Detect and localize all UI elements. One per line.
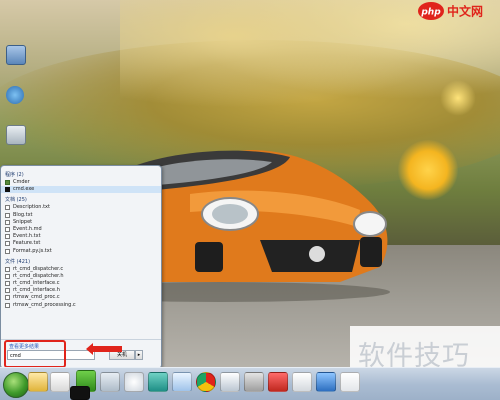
- program-result[interactable]: cmd.exe: [1, 186, 161, 194]
- program-label: cmd.exe: [13, 186, 35, 193]
- file-label: rtmsw_cmd_processing.c: [13, 301, 76, 308]
- programs-group-header: 程序 (2): [5, 172, 24, 178]
- sun-glare-small: [440, 80, 476, 116]
- app-red-icon[interactable]: [268, 372, 288, 392]
- file-icon: [5, 234, 10, 240]
- recycle-bin-icon[interactable]: [6, 125, 26, 145]
- program-icon: [5, 180, 10, 185]
- notepad-icon[interactable]: [340, 372, 360, 392]
- search-highlight-box: [4, 340, 66, 368]
- file-label: rt_cmd_interface.h: [13, 287, 60, 294]
- document-result[interactable]: Feature.txt: [1, 240, 161, 247]
- calendar-icon[interactable]: [292, 372, 312, 392]
- network-icon[interactable]: [6, 86, 24, 104]
- file-result[interactable]: rtmsw_cmd_proc.c: [1, 294, 161, 301]
- document-result[interactable]: Format.py.js.txt: [1, 248, 161, 255]
- app-blue-icon[interactable]: [316, 372, 336, 392]
- shutdown-options-arrow[interactable]: ▸: [135, 350, 143, 360]
- file-icon: [5, 248, 10, 254]
- document-result[interactable]: Event.h.md: [1, 226, 161, 233]
- program-icon: [5, 187, 10, 193]
- file-icon: [5, 288, 10, 294]
- file-result[interactable]: rt_cmd_dispatcher.c: [1, 266, 161, 273]
- file-icon: [5, 266, 10, 272]
- media-player-icon[interactable]: [50, 372, 70, 392]
- file-icon: [5, 226, 10, 232]
- file-icon: [5, 212, 10, 218]
- document-result[interactable]: Snippet: [1, 219, 161, 226]
- file-icon: [5, 241, 10, 247]
- file-icon: [5, 302, 10, 308]
- tool-icon[interactable]: [244, 372, 264, 392]
- start-menu: 程序 (2) Cmder cmd.exe 文档 (25) Description…: [0, 165, 162, 369]
- network-icon[interactable]: [148, 372, 168, 392]
- taskbar: [0, 367, 500, 400]
- file-label: rtmsw_cmd_proc.c: [13, 294, 60, 301]
- document-label: Event.h.md: [13, 225, 42, 232]
- cloud-icon[interactable]: [172, 372, 192, 392]
- file-result[interactable]: rtmsw_cmd_processing.c: [1, 302, 161, 309]
- php-logo: php 中文网: [418, 2, 483, 20]
- file-label: rt_cmd_interface.c: [13, 280, 60, 287]
- file-result[interactable]: rt_cmd_dispatcher.h: [1, 273, 161, 280]
- document-result[interactable]: Description.txt: [1, 204, 161, 211]
- folder-icon[interactable]: [28, 372, 48, 392]
- file-icon: [5, 295, 10, 301]
- file-label: rt_cmd_dispatcher.h: [13, 272, 64, 279]
- app-settings-icon[interactable]: [100, 372, 120, 392]
- svg-text:php: php: [420, 8, 441, 18]
- sun-glare: [398, 140, 458, 200]
- file-icon: [5, 205, 10, 211]
- program-label: Cmder: [13, 179, 30, 185]
- computer-icon[interactable]: [6, 45, 26, 65]
- files-group-header: 文件 (421): [5, 258, 31, 265]
- file-result[interactable]: rt_cmd_interface.c: [1, 280, 161, 287]
- program-result[interactable]: Cmder: [1, 179, 161, 186]
- svg-text:中文网: 中文网: [447, 4, 483, 19]
- document-result[interactable]: Blog.txt: [1, 212, 161, 219]
- desktop: php 中文网 程序 (2) Cmder cmd.exe 文档 (25) Des…: [0, 0, 500, 400]
- file-icon: [5, 219, 10, 225]
- document-label: Format.py.js.txt: [13, 247, 52, 254]
- file-icon: [5, 281, 10, 287]
- clock-icon[interactable]: [124, 372, 144, 392]
- document-label: Feature.txt: [13, 240, 41, 247]
- start-button[interactable]: [3, 372, 29, 398]
- document-result[interactable]: Event.h.txt: [1, 233, 161, 240]
- console-window-button[interactable]: [70, 386, 90, 400]
- file-label: rt_cmd_dispatcher.c: [13, 265, 64, 272]
- document-label: Description.txt: [13, 204, 50, 211]
- documents-group-header: 文档 (25): [5, 197, 27, 204]
- search-highlight-arrow: [86, 343, 122, 355]
- user-app-icon[interactable]: [220, 372, 240, 392]
- file-icon: [5, 273, 10, 279]
- file-result[interactable]: rt_cmd_interface.h: [1, 287, 161, 294]
- document-label: Blog.txt: [13, 211, 33, 218]
- document-label: Snippet: [13, 218, 33, 225]
- chrome-icon[interactable]: [196, 372, 216, 392]
- document-label: Event.h.txt: [13, 233, 41, 240]
